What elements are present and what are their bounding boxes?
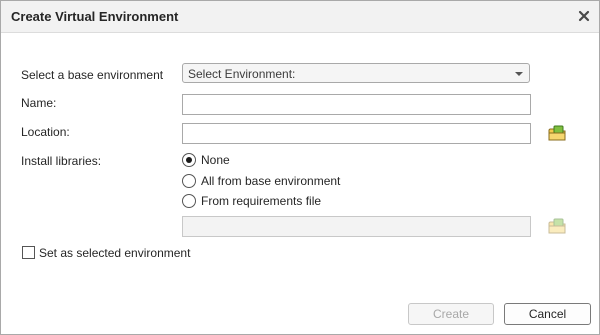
base-environment-label: Select a base environment (21, 68, 164, 82)
name-input[interactable] (183, 95, 530, 114)
radio-none-label: None (201, 153, 230, 167)
location-input[interactable] (183, 124, 530, 143)
radio-all-from-base-label: All from base environment (201, 174, 341, 188)
install-libraries-label: Install libraries: (21, 154, 102, 168)
radio-all-from-base-circle (182, 174, 196, 188)
chevron-down-icon (515, 72, 523, 76)
create-button[interactable]: Create (408, 303, 494, 325)
name-field-container (182, 94, 531, 115)
radio-selected-dot (186, 157, 192, 163)
cancel-button[interactable]: Cancel (504, 303, 591, 325)
title-bar: Create Virtual Environment (1, 1, 599, 33)
open-folder-icon-disabled (548, 218, 566, 234)
requirements-field-container (182, 216, 531, 237)
radio-from-requirements-label: From requirements file (201, 194, 322, 208)
location-field-container (182, 123, 531, 144)
base-environment-selected-value: Select Environment: (188, 67, 296, 81)
close-icon[interactable] (575, 7, 593, 25)
dialog-title: Create Virtual Environment (11, 9, 179, 24)
radio-from-requirements-circle (182, 194, 196, 208)
name-label: Name: (21, 96, 57, 110)
radio-none-circle (182, 153, 196, 167)
open-folder-icon[interactable] (548, 125, 566, 141)
location-label: Location: (21, 125, 70, 139)
requirements-file-input (183, 217, 530, 236)
checkbox-box (22, 246, 35, 259)
base-environment-dropdown[interactable]: Select Environment: (182, 63, 530, 83)
create-virtual-environment-dialog: Create Virtual Environment Select a base… (0, 0, 600, 335)
set-selected-environment-label: Set as selected environment (39, 246, 191, 260)
